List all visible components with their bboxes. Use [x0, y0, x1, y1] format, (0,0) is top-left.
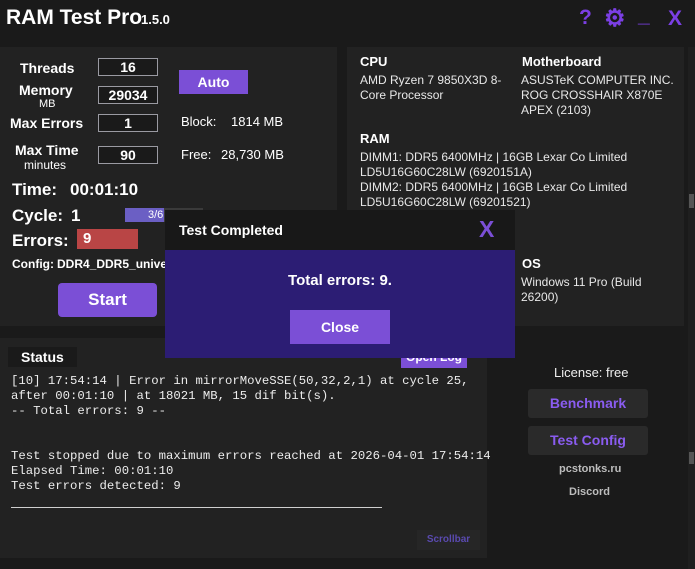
- auto-button[interactable]: Auto: [179, 70, 248, 94]
- motherboard-value: ASUSTeK COMPUTER INC. ROG CROSSHAIR X870…: [521, 73, 674, 117]
- time-label: Time:: [12, 180, 58, 199]
- max-errors-label: Max Errors: [10, 115, 84, 131]
- benchmark-button[interactable]: Benchmark: [528, 389, 648, 418]
- cycle-label: Cycle:: [12, 206, 64, 225]
- free-value: 28,730 MB: [221, 147, 284, 162]
- os-value: Windows 11 Pro (Build 26200): [521, 275, 642, 304]
- status-title: Status: [21, 349, 64, 365]
- motherboard-heading: Motherboard: [522, 54, 602, 69]
- memory-label: Memory: [19, 82, 73, 98]
- test-completed-dialog: Test Completed X Total errors: 9. Close: [165, 210, 515, 358]
- max-time-label: Max Time: [15, 142, 79, 158]
- config-value: DDR4_DDR5_unive: [57, 257, 168, 271]
- scrollbar-mark-bottom: [689, 452, 694, 464]
- window-scrollbar[interactable]: [688, 47, 695, 569]
- errors-label: Errors:: [12, 231, 69, 250]
- help-icon[interactable]: ?: [579, 6, 592, 30]
- ram-value: DIMM1: DDR5 6400MHz | 16GB Lexar Co Limi…: [360, 150, 628, 209]
- log-divider: [11, 507, 382, 508]
- max-time-input[interactable]: 90: [98, 146, 158, 164]
- dialog-message: Total errors: 9.: [288, 272, 392, 289]
- cycle-progress-text: 3/6: [148, 209, 164, 221]
- block-label: Block:: [181, 114, 217, 129]
- status-tab: Status: [8, 347, 77, 367]
- app-version: 1.5.0: [141, 12, 170, 27]
- block-value: 1814 MB: [231, 114, 284, 129]
- status-log-text: [10] 17:54:14 | Error in mirrorMoveSSE(5…: [11, 374, 491, 493]
- time-value: 00:01:10: [70, 180, 139, 199]
- errors-count-badge: 9: [77, 229, 138, 249]
- start-button[interactable]: Start: [58, 283, 157, 317]
- website-link[interactable]: pcstonks.ru: [559, 463, 621, 475]
- free-label: Free:: [181, 147, 212, 162]
- cycle-value: 1: [71, 206, 81, 225]
- settings-gear-icon[interactable]: ⚙: [604, 4, 626, 33]
- minimize-icon[interactable]: _: [638, 4, 650, 28]
- config-label: Config:: [12, 257, 54, 271]
- memory-unit-label: MB: [39, 98, 56, 110]
- discord-link[interactable]: Discord: [569, 486, 610, 498]
- threads-label: Threads: [20, 60, 75, 76]
- close-window-icon[interactable]: X: [668, 7, 682, 31]
- scrollbar-button[interactable]: Scrollbar: [417, 530, 480, 550]
- test-config-button[interactable]: Test Config: [528, 426, 648, 455]
- license-text: License: free: [554, 365, 629, 380]
- scrollbar-mark-top: [689, 194, 694, 208]
- app-title: RAM Test Pro: [6, 6, 143, 29]
- max-errors-input[interactable]: 1: [98, 114, 158, 132]
- cpu-heading: CPU: [360, 54, 388, 69]
- dialog-close-icon[interactable]: X: [479, 216, 494, 243]
- dialog-title: Test Completed: [179, 222, 283, 238]
- threads-input[interactable]: 16: [98, 58, 158, 76]
- cpu-value: AMD Ryzen 7 9850X3D 8- Core Processor: [360, 73, 502, 102]
- os-heading: OS: [522, 256, 541, 271]
- dialog-close-button[interactable]: Close: [290, 310, 390, 344]
- max-time-unit-label: minutes: [24, 158, 67, 172]
- ram-heading: RAM: [360, 131, 390, 146]
- memory-input[interactable]: 29034: [98, 86, 158, 104]
